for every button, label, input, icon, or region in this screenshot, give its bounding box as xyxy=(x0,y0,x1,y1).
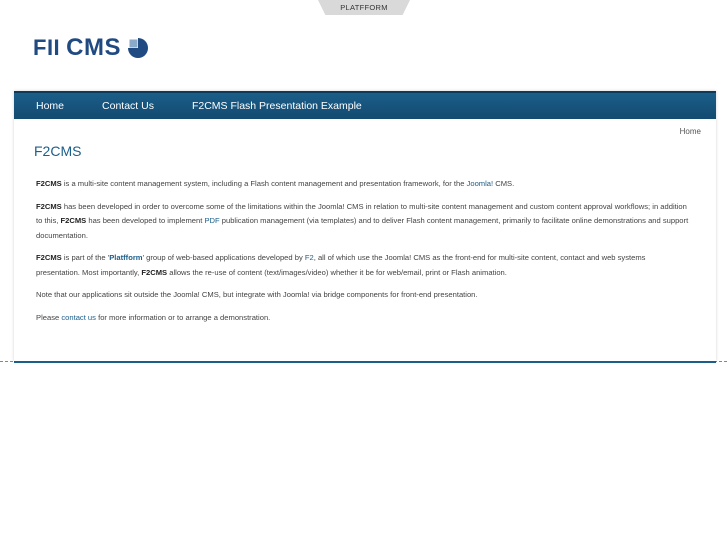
article-body: F2CMS is a multi-site content management… xyxy=(36,177,691,333)
pdf-link[interactable]: PDF xyxy=(204,216,219,225)
paragraph-5: Please contact us for more information o… xyxy=(36,311,691,326)
nav-contact-us[interactable]: Contact Us xyxy=(102,100,154,112)
text: ' group of web-based applications develo… xyxy=(142,253,305,262)
contact-us-link[interactable]: contact us xyxy=(61,313,96,322)
paragraph-3: F2CMS is part of the 'Platfform' group o… xyxy=(36,251,691,280)
f2-link[interactable]: F2 xyxy=(305,253,314,262)
main-nav: Home Contact Us F2CMS Flash Presentation… xyxy=(14,91,716,119)
logo-text-fii: FII xyxy=(33,35,61,60)
text: for more information or to arrange a dem… xyxy=(95,312,271,322)
logo-mark-icon xyxy=(128,38,149,58)
text: allows the re-use of content (text/image… xyxy=(167,267,507,277)
paragraph-1: F2CMS is a multi-site content management… xyxy=(36,177,691,192)
footer-bar xyxy=(14,361,716,363)
product-name: F2CMS xyxy=(60,216,87,225)
breadcrumb: Home xyxy=(679,127,701,136)
nav-flash-presentation-example[interactable]: F2CMS Flash Presentation Example xyxy=(192,100,362,112)
paragraph-2: F2CMS has been developed in order to ove… xyxy=(36,200,691,244)
page-title: F2CMS xyxy=(34,143,82,159)
product-name: F2CMS xyxy=(36,179,62,188)
joomla-link[interactable]: Joomla! xyxy=(467,179,494,188)
text: Note that our applications sit outside t… xyxy=(36,290,478,299)
platfform-link[interactable]: Platfform xyxy=(109,253,142,262)
product-name: F2CMS xyxy=(141,267,168,277)
nav-home[interactable]: Home xyxy=(36,100,64,112)
product-name: F2CMS xyxy=(36,201,62,211)
text: has been developed to implement xyxy=(86,216,205,225)
product-name: F2CMS xyxy=(36,253,62,262)
logo-text-cms: CMS xyxy=(66,34,122,61)
paragraph-4: Note that our applications sit outside t… xyxy=(36,288,691,303)
text: is a multi-site content management syste… xyxy=(61,179,467,188)
logo-wordmark: FII CMS xyxy=(33,34,121,62)
text: Please xyxy=(36,312,62,322)
top-platfform-tab[interactable]: PLATFFORM xyxy=(318,0,410,15)
main-container: Home Contact Us F2CMS Flash Presentation… xyxy=(14,91,716,361)
text: CMS. xyxy=(493,179,515,188)
site-logo[interactable]: FII CMS xyxy=(33,34,150,62)
text: is part of the ' xyxy=(61,253,110,262)
